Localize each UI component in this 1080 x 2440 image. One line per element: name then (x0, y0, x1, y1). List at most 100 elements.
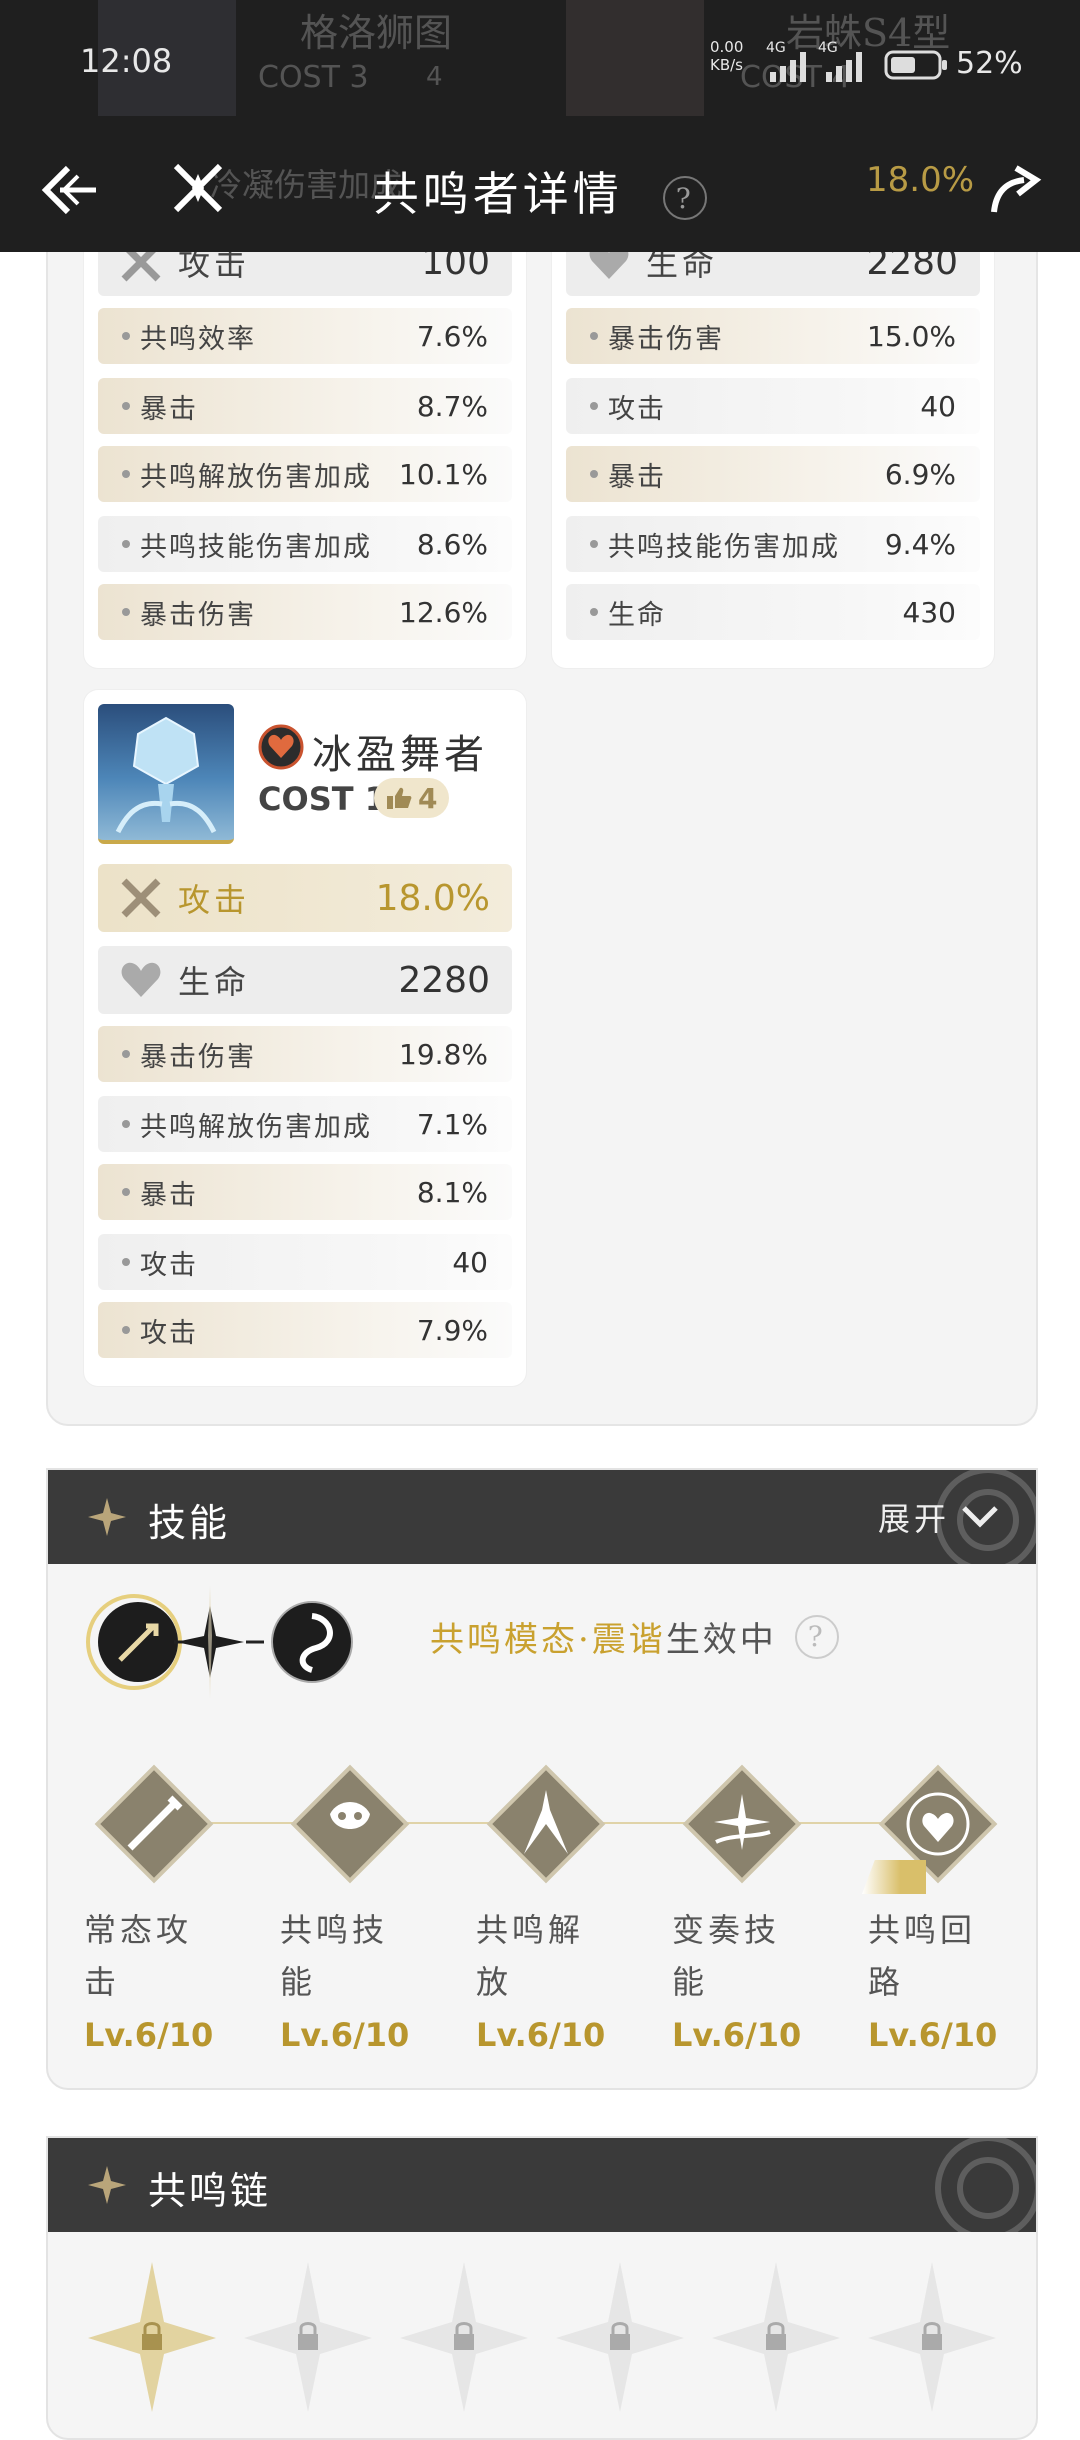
stat-label: 攻击 (140, 1249, 198, 1281)
skill-level: Lv.6/10 (476, 2016, 606, 2054)
sparkle-icon (88, 1498, 126, 1536)
echo-top-right-sub-2: 暴击 6.9% (566, 446, 980, 502)
bg-echo-name-left: 格洛狮图 (300, 11, 453, 55)
chain-node-5[interactable] (712, 2262, 840, 2412)
echo-bottom-main2-label: 生命 (178, 963, 251, 1001)
echo-top-right-sub-3: 共鸣技能伤害加成 9.4% (566, 516, 980, 572)
bullet-dot (590, 402, 598, 410)
echo-bottom-main-row-1: 攻击 18.0% (98, 864, 512, 932)
stat-value: 40 (920, 389, 956, 423)
chain-node-2[interactable] (244, 2262, 372, 2412)
bg-echo-thumb-right (566, 0, 704, 116)
bullet-dot (122, 1120, 130, 1128)
bullet-dot (122, 1258, 130, 1266)
stat-label: 暴击伤害 (140, 1041, 256, 1073)
stat-value: 8.6% (416, 527, 488, 561)
skill-level: Lv.6/10 (280, 2016, 410, 2054)
skill-level: Lv.6/10 (868, 2016, 998, 2054)
echo-bottom-main-row-2: 生命 2280 (98, 946, 512, 1014)
echo-bottom-cost: COST 1 (258, 780, 387, 818)
status-net-speed: 0.00 KB/s (710, 38, 743, 74)
stat-label: 共鸣解放伤害加成 (140, 1111, 372, 1143)
skill-name: 共鸣解放 (476, 1911, 585, 2001)
stat-label: 暴击 (140, 393, 198, 425)
mode-help-button[interactable]: ? (794, 1614, 839, 1659)
bg-echo-cost-left: COST 3 (258, 60, 369, 95)
echo-top-right-sub-4: 生命 430 (566, 584, 980, 640)
echo-bottom-main1-label: 攻击 (178, 881, 251, 919)
stat-label: 共鸣解放伤害加成 (140, 461, 372, 493)
stat-value: 15.0% (867, 319, 956, 353)
echo-top-left-sub-4: 暴击伤害 12.6% (98, 584, 512, 640)
header-ornament-icon (935, 2138, 1036, 2232)
stat-value: 7.9% (416, 1313, 488, 1347)
skills-header[interactable]: 技能 展开 (48, 1470, 1036, 1564)
page-title: 共鸣者详情 ? (0, 158, 1080, 224)
stat-label: 共鸣效率 (140, 323, 256, 355)
header-ornament-icon (935, 1470, 1036, 1564)
chain-title: 共鸣链 (148, 2169, 272, 2213)
echo-bottom-sub-0: 暴击伤害 19.8% (98, 1026, 512, 1082)
stat-value: 19.8% (399, 1037, 488, 1071)
stat-label: 生命 (608, 599, 666, 631)
bullet-dot (590, 332, 598, 340)
creature-skill-icon (290, 1764, 410, 1884)
stat-value: 430 (902, 595, 956, 629)
stat-label: 攻击 (608, 393, 666, 425)
echo-bottom-portrait (98, 704, 234, 844)
skill-level: Lv.6/10 (84, 2016, 214, 2054)
echo-bottom-sub-3: 攻击 40 (98, 1234, 512, 1290)
bullet-dot (122, 1050, 130, 1058)
chain-node-1[interactable] (88, 2262, 216, 2412)
chain-node-3[interactable] (400, 2262, 528, 2412)
bullet-dot (122, 1188, 130, 1196)
stat-value: 7.6% (416, 319, 488, 353)
echo-bottom-name: 冰盈舞者 (312, 732, 488, 778)
title-help-text: ? (675, 181, 695, 215)
sonata-heart-icon (258, 724, 304, 770)
echo-top-left-sub-1: 暴击 8.7% (98, 378, 512, 434)
echo-top-right-sub-1: 攻击 40 (566, 378, 980, 434)
stat-label: 暴击 (140, 1179, 198, 1211)
resonance-mode-icons[interactable] (76, 1586, 436, 1706)
status-net-speed-text: 0.00 KB/s (710, 38, 744, 74)
sparkle-icon (88, 2166, 126, 2204)
burst-skill-icon (486, 1764, 606, 1884)
skill-level: Lv.6/10 (672, 2016, 802, 2054)
top-bar: 格洛狮图 COST 3 4 岩蛛S4型 COST 4 冷凝伤害加成 18.0% … (0, 0, 1080, 252)
skills-title: 技能 (148, 1501, 231, 1545)
bullet-dot (122, 470, 130, 478)
stat-value: 12.6% (399, 595, 488, 629)
bullet-dot (590, 540, 598, 548)
stat-label: 攻击 (140, 1317, 198, 1349)
stat-value: 10.1% (399, 457, 488, 491)
status-battery: 52% (956, 46, 1023, 81)
sword-skill-icon (94, 1764, 214, 1884)
chain-node-6[interactable] (868, 2262, 996, 2412)
echo-bottom-main2-value: 2280 (398, 959, 490, 1001)
ice-dancer-icon (115, 716, 217, 834)
stat-label: 暴击伤害 (140, 599, 256, 631)
status-time: 12:08 (80, 42, 173, 80)
thumb-icon (387, 787, 412, 809)
stat-value: 40 (452, 1245, 488, 1279)
bullet-dot (122, 1326, 130, 1334)
skill-name: 共鸣回路 (868, 1911, 977, 2001)
bullet-dot (122, 402, 130, 410)
skill-name: 常态攻击 (84, 1911, 193, 2001)
chain-node-4[interactable] (556, 2262, 684, 2412)
stat-label: 共鸣技能伤害加成 (608, 531, 840, 563)
resonance-mode-name: 共鸣模态·震谐 (430, 1620, 666, 1660)
echo-bottom-main1-value: 18.0% (375, 877, 490, 919)
echo-bottom-sub-4: 攻击 7.9% (98, 1302, 512, 1358)
signal-icon-2 (826, 52, 862, 82)
echo-bottom-count: 4 (418, 781, 438, 815)
title-help-button[interactable]: ? (663, 176, 708, 220)
stat-label: 暴击伤害 (608, 323, 724, 355)
mode-help-text: ? (807, 1620, 826, 1653)
share-icon[interactable] (988, 164, 1042, 216)
chain-nodes (88, 2262, 996, 2412)
chain-section: 共鸣链 (46, 2136, 1038, 2440)
bullet-dot (122, 608, 130, 616)
echo-bottom-count-badge: 4 (374, 778, 450, 818)
